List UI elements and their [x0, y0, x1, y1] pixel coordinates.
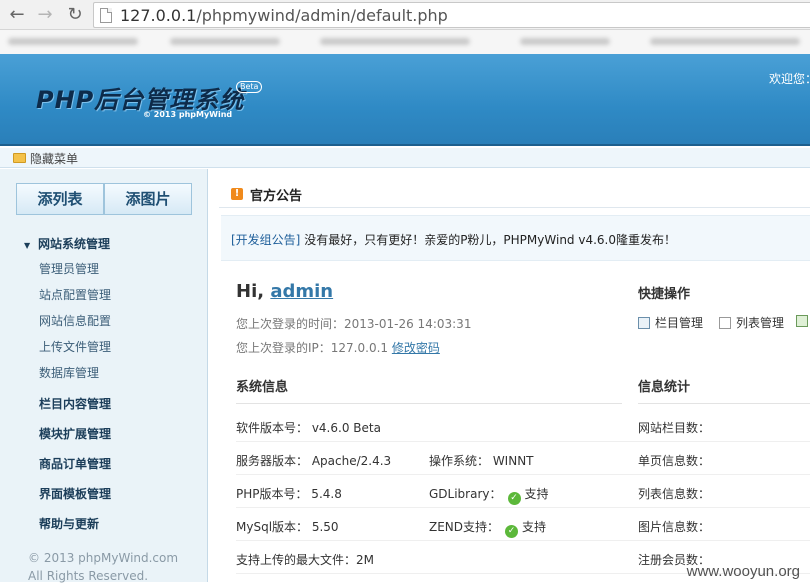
- notice-message: 没有最好，只有更好！亲爱的P粉儿，PHPMyWind v4.6.0隆重发布！: [300, 233, 676, 247]
- watermark: www.wooyun.org: [687, 563, 800, 580]
- beta-badge: Beta: [236, 81, 262, 93]
- browser-toolbar: ← → ↻ 127.0.0.1/phpmywind/admin/default.…: [0, 0, 810, 30]
- url-host: 127.0.0.1: [120, 6, 196, 25]
- url-path: /phpmywind/admin/default.php: [196, 6, 447, 25]
- sidebar-item-templates[interactable]: 界面模板管理: [39, 485, 111, 502]
- zend-support: ZEND支持： ✓ 支持: [429, 518, 546, 538]
- quick-list-manage[interactable]: 列表管理: [719, 314, 784, 331]
- last-login-ip: 您上次登录的IP：127.0.0.1 修改密码: [236, 339, 440, 356]
- sidebar-item-site-config[interactable]: 站点配置管理: [39, 286, 111, 303]
- greeting-prefix: Hi,: [236, 281, 270, 302]
- username-link[interactable]: admin: [270, 281, 333, 302]
- gd-library: GDLibrary： ✓ 支持: [429, 485, 549, 505]
- stat-columns: 网站栏目数：: [638, 419, 710, 436]
- image-icon: [796, 315, 808, 327]
- check-icon: ✓: [505, 525, 518, 538]
- document-icon: [719, 317, 731, 329]
- triangle-down-icon: ▼: [24, 241, 38, 250]
- forward-arrow-icon[interactable]: →: [34, 4, 56, 26]
- welcome-text: 欢迎您：: [769, 70, 810, 87]
- stat-images: 图片信息数：: [638, 518, 710, 535]
- sidebar-item-help[interactable]: 帮助与更新: [39, 515, 99, 532]
- sidebar-footer: © 2013 phpMyWind.com All Rights Reserved…: [28, 549, 178, 585]
- os-info: 操作系统： WINNT: [429, 452, 534, 469]
- back-arrow-icon[interactable]: ←: [6, 4, 28, 26]
- check-icon: ✓: [508, 492, 521, 505]
- mysql-version: MySql版本： 5.50: [236, 518, 339, 535]
- php-version: PHP版本号： 5.4.8: [236, 485, 342, 502]
- notice-title: 官方公告: [250, 185, 302, 204]
- sidebar-item-admin[interactable]: 管理员管理: [39, 260, 99, 277]
- logo-copyright: © 2013 phpMyWind: [143, 110, 232, 119]
- hide-menu-bar: 隐藏菜单: [0, 148, 810, 168]
- notice-text: [开发组公告] 没有最好，只有更好！亲爱的P粉儿，PHPMyWind v4.6.…: [231, 231, 676, 248]
- stat-pages: 单页信息数：: [638, 452, 710, 469]
- bookmarks-bar: [0, 30, 810, 54]
- quick-image-manage[interactable]: [796, 314, 810, 328]
- gd-label: GDLibrary：: [429, 487, 502, 501]
- admin-header: PHP后台管理系统 Beta © 2013 phpMyWind 欢迎您：: [0, 54, 810, 146]
- main-content: ! 官方公告 [开发组公告] 没有最好，只有更好！亲爱的P粉儿，PHPMyWin…: [209, 169, 810, 582]
- sidebar-group-system[interactable]: ▼网站系统管理: [24, 235, 110, 252]
- url-text: 127.0.0.1/phpmywind/admin/default.php: [120, 6, 448, 25]
- zend-label: ZEND支持：: [429, 520, 499, 534]
- last-login-time: 您上次登录的时间：2013-01-26 14:03:31: [236, 315, 471, 332]
- greeting: Hi, admin: [236, 281, 333, 302]
- footer-copyright: © 2013 phpMyWind.com: [28, 549, 178, 567]
- sidebar-item-content[interactable]: 栏目内容管理: [39, 395, 111, 412]
- quick-list-label: 列表管理: [736, 316, 784, 330]
- notice-body: [开发组公告] 没有最好，只有更好！亲爱的P粉儿，PHPMyWind v4.6.…: [221, 215, 810, 261]
- folder-icon: [13, 153, 26, 163]
- footer-rights: All Rights Reserved.: [28, 567, 178, 585]
- sidebar-item-uploads[interactable]: 上传文件管理: [39, 338, 111, 355]
- sidebar-item-database[interactable]: 数据库管理: [39, 364, 99, 381]
- stats-title: 信息统计: [638, 376, 810, 404]
- system-info-title: 系统信息: [236, 376, 622, 404]
- hide-menu-link[interactable]: 隐藏菜单: [30, 150, 78, 167]
- quick-column-manage[interactable]: 栏目管理: [638, 314, 703, 331]
- upload-max-size: 支持上传的最大文件：2M: [236, 551, 374, 568]
- sidebar: 添列表 添图片 ▼网站系统管理 管理员管理 站点配置管理 网站信息配置 上传文件…: [0, 169, 208, 582]
- sidebar-group-label: 网站系统管理: [38, 237, 110, 251]
- change-password-link[interactable]: 修改密码: [392, 341, 440, 355]
- gd-value: 支持: [525, 487, 549, 501]
- add-list-button[interactable]: 添列表: [16, 183, 104, 215]
- quick-column-label: 栏目管理: [655, 316, 703, 330]
- sidebar-item-site-info[interactable]: 网站信息配置: [39, 312, 111, 329]
- page-icon: [100, 8, 112, 23]
- warning-icon: !: [231, 188, 243, 200]
- last-login-ip-text: 您上次登录的IP：127.0.0.1: [236, 341, 392, 355]
- reload-icon[interactable]: ↻: [64, 4, 86, 26]
- sidebar-item-modules[interactable]: 模块扩展管理: [39, 425, 111, 442]
- address-bar[interactable]: 127.0.0.1/phpmywind/admin/default.php: [93, 2, 810, 28]
- notice-header: ! 官方公告: [219, 182, 810, 208]
- server-version: 服务器版本： Apache/2.4.3: [236, 452, 391, 469]
- stat-lists: 列表信息数：: [638, 485, 710, 502]
- software-version: 软件版本号： v4.6.0 Beta: [236, 419, 381, 436]
- sidebar-item-orders[interactable]: 商品订单管理: [39, 455, 111, 472]
- zend-value: 支持: [522, 520, 546, 534]
- column-icon: [638, 317, 650, 329]
- quick-actions-title: 快捷操作: [638, 283, 690, 302]
- notice-tag[interactable]: [开发组公告]: [231, 233, 300, 247]
- add-image-button[interactable]: 添图片: [104, 183, 192, 215]
